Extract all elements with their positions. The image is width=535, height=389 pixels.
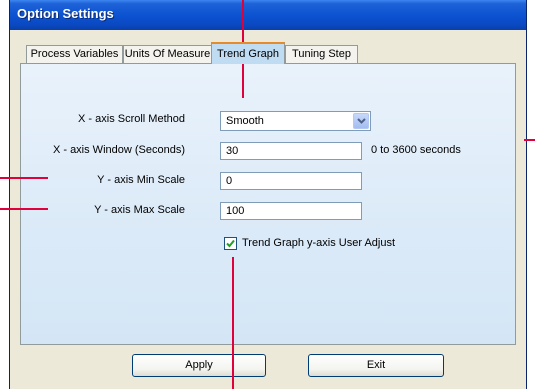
tab-trend-graph[interactable]: Trend Graph [211, 42, 285, 64]
y-max-input[interactable]: 100 [220, 202, 362, 220]
y-min-label: Y - axis Min Scale [97, 174, 185, 186]
callout-line-panel [524, 139, 535, 141]
callout-line-y-min [0, 177, 48, 179]
user-adjust-label[interactable]: Trend Graph y-axis User Adjust [242, 237, 395, 249]
apply-button[interactable]: Apply [132, 354, 266, 377]
x-window-input[interactable]: 30 [220, 142, 362, 160]
callout-line-user-adjust [232, 257, 234, 389]
window-title: Option Settings [17, 6, 114, 21]
user-adjust-checkbox[interactable] [224, 237, 237, 250]
scroll-method-value: Smooth [226, 115, 264, 127]
callout-line-y-max [0, 208, 48, 210]
option-settings-window: Option Settings Process Variables Units … [9, 0, 527, 389]
tab-units-of-measure[interactable]: Units Of Measure [123, 45, 212, 63]
scroll-method-label: X - axis Scroll Method [78, 113, 185, 125]
trend-graph-panel: X - axis Scroll Method Smooth X - axis W… [20, 63, 516, 345]
y-min-input[interactable]: 0 [220, 172, 362, 190]
tab-tuning-step[interactable]: Tuning Step [285, 45, 358, 63]
scroll-method-select[interactable]: Smooth [220, 111, 371, 131]
y-max-label: Y - axis Max Scale [94, 204, 185, 216]
tab-process-variables[interactable]: Process Variables [26, 45, 123, 63]
x-window-label: X - axis Window (Seconds) [52, 144, 185, 156]
title-bar[interactable]: Option Settings [10, 0, 526, 30]
x-window-range-hint: 0 to 3600 seconds [371, 144, 461, 156]
checkmark-icon [226, 239, 235, 248]
exit-button[interactable]: Exit [308, 354, 444, 377]
chevron-down-icon[interactable] [353, 113, 369, 129]
